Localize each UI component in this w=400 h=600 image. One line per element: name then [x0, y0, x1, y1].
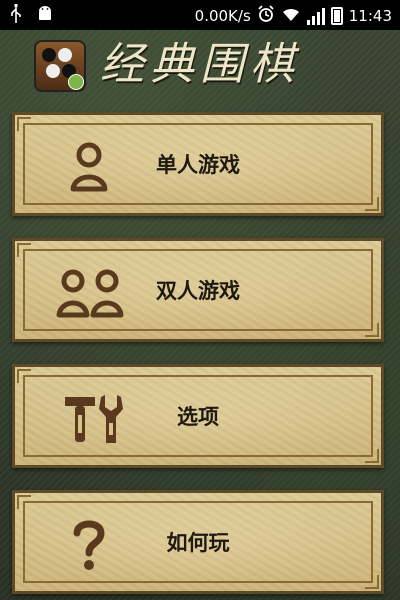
- how-to-play-label: 如何玩: [166, 531, 230, 555]
- clock: 11:43: [348, 7, 392, 25]
- options-label: 选项: [177, 405, 219, 429]
- battery-icon: [330, 7, 343, 25]
- usb-icon: [10, 4, 22, 28]
- go-board-icon: [34, 40, 86, 92]
- single-player-button[interactable]: 单人游戏: [12, 112, 384, 216]
- signal-icon: [306, 7, 325, 25]
- two-players-button[interactable]: 双人游戏: [12, 238, 384, 342]
- alarm-icon: [257, 5, 275, 27]
- app-title: 经典围棋: [100, 39, 300, 90]
- two-players-label: 双人游戏: [156, 279, 240, 303]
- wifi-icon: [281, 6, 301, 26]
- how-to-play-button[interactable]: 如何玩: [12, 490, 384, 594]
- network-speed: 0.00K/s: [194, 7, 251, 25]
- status-bar: 0.00K/s 11:43: [0, 0, 400, 30]
- android-icon: [36, 5, 54, 27]
- options-button[interactable]: 选项: [12, 364, 384, 468]
- single-player-label: 单人游戏: [156, 153, 240, 177]
